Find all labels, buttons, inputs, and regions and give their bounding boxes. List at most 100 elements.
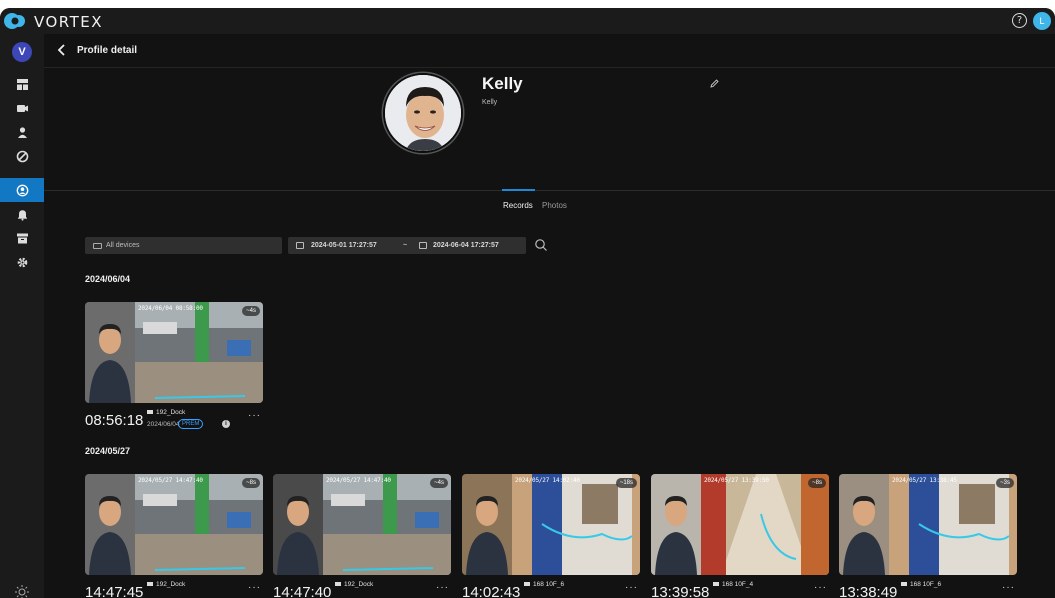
face-crop <box>651 474 701 575</box>
frame-timestamp: 2024/05/27 13:39:50 <box>704 477 769 484</box>
scene-frame <box>135 474 263 575</box>
archive-icon <box>16 233 28 243</box>
vortex-logo-icon[interactable] <box>3 12 31 30</box>
start-date[interactable]: 2024-05-01 17:27:57 <box>311 237 377 254</box>
duration-badge: ~4s <box>430 478 448 488</box>
record-camera: 168 10F_4 <box>713 581 753 588</box>
record-thumbnail[interactable]: 2024/05/27 14:47:40 ~8s <box>85 474 263 575</box>
profile-subtitle: Kelly <box>482 99 498 106</box>
record-thumbnail[interactable]: 2024/05/27 13:38:45 ~3s <box>839 474 1017 575</box>
sidebar-item-profiles[interactable] <box>0 178 44 202</box>
camera-label: 192_Dock <box>156 581 186 588</box>
record-time: 13:38:49 <box>839 584 898 598</box>
app-window: VORTEX ? L V Profile detail Kelly Kelly … <box>0 8 1055 598</box>
face-crop <box>273 474 323 575</box>
calendar-icon <box>419 242 427 249</box>
sidebar-item-settings[interactable] <box>0 250 44 274</box>
record-card[interactable]: 2024/06/04 08:58:00 ~4s 08:56:18 192_Dock 20… <box>85 302 263 442</box>
face-profile-icon <box>16 184 28 196</box>
camera-icon <box>16 104 28 112</box>
more-options-icon[interactable]: ··· <box>248 582 261 593</box>
record-time: 14:02:43 <box>462 584 521 598</box>
face-crop <box>462 474 512 575</box>
record-thumbnail[interactable]: 2024/05/27 14:02:40 ~18s <box>462 474 640 575</box>
record-card[interactable]: 2024/05/27 14:02:40 ~18s 14:02:43 168 10F_6… <box>462 474 640 598</box>
device-select[interactable]: All devices <box>85 237 282 254</box>
info-icon[interactable]: i <box>222 420 230 428</box>
scene-frame <box>512 474 640 575</box>
tab-photos[interactable]: Photos <box>542 201 567 210</box>
brightness-icon[interactable] <box>14 584 30 598</box>
dashboard-icon <box>16 78 28 90</box>
person-icon <box>17 126 27 138</box>
sidebar: V <box>0 34 44 598</box>
sidebar-item-people[interactable] <box>0 120 44 144</box>
camera-label: 192_Dock <box>156 409 186 416</box>
record-card[interactable]: 2024/05/27 13:39:50 ~8s 13:39:58 168 10F_4 ·… <box>651 474 829 598</box>
help-icon[interactable]: ? <box>1012 13 1027 28</box>
tabs-divider <box>44 190 1055 191</box>
device-select-value: All devices <box>106 242 140 249</box>
more-options-icon[interactable]: ··· <box>814 582 827 593</box>
record-card[interactable]: 2024/05/27 13:38:45 ~3s 13:38:49 168 10F_6 ·… <box>839 474 1017 598</box>
search-icon[interactable] <box>534 238 548 252</box>
frame-timestamp: 2024/05/27 13:38:45 <box>892 477 957 484</box>
more-options-icon[interactable]: ··· <box>248 410 261 421</box>
workspace-avatar[interactable]: V <box>12 42 32 62</box>
record-thumbnail[interactable]: 2024/06/04 08:58:00 ~4s <box>85 302 263 403</box>
record-time: 08:56:18 <box>85 412 144 429</box>
premise-badge: PREM <box>178 419 204 429</box>
sidebar-item-dashboard[interactable] <box>0 72 44 96</box>
record-card[interactable]: 2024/05/27 14:47:40 ~8s 14:47:45 192_Dock ··… <box>85 474 263 598</box>
duration-badge: ~3s <box>996 478 1014 488</box>
face-photo <box>385 75 461 151</box>
group-date-heading: 2024/05/27 <box>85 446 131 456</box>
record-time: 14:47:40 <box>273 584 332 598</box>
camera-label: 168 10F_4 <box>722 581 754 588</box>
record-thumbnail[interactable]: 2024/05/27 14:47:40 ~4s <box>273 474 451 575</box>
sidebar-item-archive[interactable] <box>0 226 44 250</box>
profile-photo <box>383 73 463 153</box>
bell-icon <box>17 209 27 221</box>
scene-frame <box>135 302 263 403</box>
more-options-icon[interactable]: ··· <box>1002 582 1015 593</box>
duration-badge: ~4s <box>242 306 260 316</box>
top-bar: VORTEX ? L <box>0 8 1055 34</box>
record-camera: 192_Dock <box>147 581 185 588</box>
tab-records[interactable]: Records <box>503 201 533 210</box>
scene-frame <box>889 474 1017 575</box>
date-range-picker[interactable]: 2024-05-01 17:27:57 ~ 2024-06-04 17:27:5… <box>288 237 526 254</box>
sidebar-item-tags[interactable] <box>0 144 44 168</box>
gear-icon <box>17 257 27 267</box>
duration-badge: ~8s <box>242 478 260 488</box>
camera-icon <box>147 582 153 587</box>
duration-badge: ~8s <box>808 478 826 488</box>
scene-frame <box>701 474 829 575</box>
record-camera: 192_Dock <box>335 581 373 588</box>
camera-icon <box>93 243 102 249</box>
brand-name: VORTEX <box>34 13 104 31</box>
page-header: Profile detail <box>44 34 1055 68</box>
face-crop <box>85 302 135 403</box>
camera-icon <box>713 582 719 587</box>
camera-icon <box>524 582 530 587</box>
record-card[interactable]: 2024/05/27 14:47:40 ~4s 14:47:40 192_Dock ··… <box>273 474 451 598</box>
more-options-icon[interactable]: ··· <box>436 582 449 593</box>
camera-icon <box>335 582 341 587</box>
record-camera: 192_Dock <box>147 409 185 416</box>
user-avatar[interactable]: L <box>1033 12 1051 30</box>
edit-pencil-icon[interactable] <box>710 79 719 88</box>
frame-timestamp: 2024/05/27 14:02:40 <box>515 477 580 484</box>
record-thumbnail[interactable]: 2024/05/27 13:39:50 ~8s <box>651 474 829 575</box>
more-options-icon[interactable]: ··· <box>625 582 638 593</box>
record-date: 2024/06/04 <box>147 421 180 428</box>
sidebar-item-cameras[interactable] <box>0 96 44 120</box>
frame-timestamp: 2024/05/27 14:47:40 <box>326 477 391 484</box>
sidebar-item-alerts[interactable] <box>0 202 44 226</box>
calendar-icon <box>296 242 304 249</box>
record-time: 14:47:45 <box>85 584 144 598</box>
frame-timestamp: 2024/05/27 14:47:40 <box>138 477 203 484</box>
back-arrow-icon[interactable] <box>56 43 68 57</box>
end-date[interactable]: 2024-06-04 17:27:57 <box>433 237 499 254</box>
record-camera: 168 10F_6 <box>901 581 941 588</box>
